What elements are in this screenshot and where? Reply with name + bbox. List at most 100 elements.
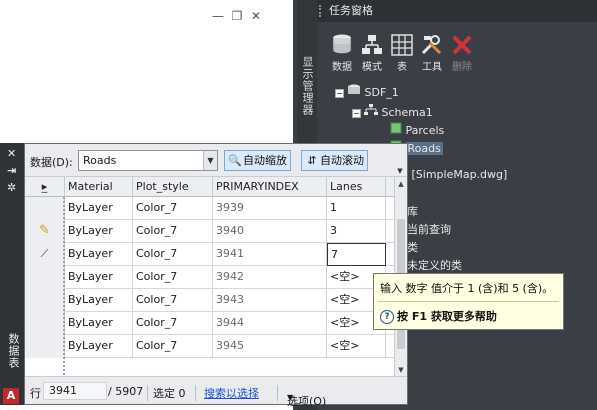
class-item[interactable]: 类 [407, 239, 418, 255]
library-item[interactable]: 库 [407, 203, 418, 219]
map-item[interactable]: 影 [SimpleMap.dwg] [397, 166, 507, 182]
tree-node-parcels[interactable]: Parcels [390, 122, 444, 138]
auto-zoom-button[interactable]: 🔍自动缩放 [224, 150, 291, 171]
table-row[interactable]: ByLayer Color_7 3942 <空> [25, 266, 394, 289]
tree-node-sdf[interactable]: − SDF_1 [335, 84, 399, 100]
table-cell[interactable]: ByLayer [65, 289, 133, 312]
table-cell[interactable]: 3943 [213, 289, 327, 312]
edit-pencil-icon[interactable]: ✎ [25, 220, 65, 243]
tree-label-sdf: SDF_1 [364, 86, 399, 99]
chevron-down-icon[interactable]: ▼ [203, 151, 217, 170]
table-cell[interactable]: 3941 [213, 243, 327, 266]
current-query-item[interactable]: 当前查询 [407, 221, 451, 237]
scroll-down-icon[interactable]: ▼ [395, 366, 407, 374]
table-cell[interactable]: 3945 [213, 335, 327, 358]
server-icon [347, 84, 361, 99]
column-header[interactable]: PRIMARYINDEX [213, 177, 327, 197]
minimize-icon[interactable]: — [211, 9, 225, 23]
undefined-class-item[interactable]: 未定义的类 [407, 257, 462, 273]
scroll-up-icon[interactable]: ▲ [395, 180, 407, 188]
auto-scroll-button[interactable]: ⇵ 自动滚动 [301, 150, 368, 171]
feature-class-icon [390, 122, 402, 137]
data-table-window: 数据(D): Roads ▼ 🔍自动缩放 ⇵ 自动滚动 ▼ ▸̲ Material… [24, 143, 408, 408]
table-button[interactable]: 表 [389, 32, 415, 73]
restore-icon[interactable]: ❐ [230, 9, 244, 23]
task-pane-title: 任务窗格 [329, 4, 373, 17]
data-button-label: 数据 [332, 62, 352, 73]
column-header[interactable]: Material [65, 177, 133, 197]
row-number-input[interactable]: 3941 [43, 382, 107, 400]
table-row[interactable]: ByLayer Color_7 3944 <空> [25, 312, 394, 335]
data-source-select[interactable]: Roads ▼ [78, 150, 218, 171]
close-icon[interactable]: ✕ [7, 147, 16, 160]
schema-button-label: 模式 [362, 62, 382, 73]
table-cell[interactable]: Color_7 [133, 220, 213, 243]
table-cell[interactable]: Color_7 [133, 335, 213, 358]
table-cell[interactable]: 1 [327, 197, 386, 220]
schema-button[interactable]: 模式 [359, 32, 385, 73]
data-button[interactable]: 数据 [329, 32, 355, 73]
row-marker[interactable] [25, 335, 65, 358]
table-row[interactable]: ByLayer Color_7 3945 <空> [25, 335, 394, 358]
search-to-select-link[interactable]: 搜索以选择 [204, 385, 259, 401]
active-cell[interactable]: 7 [327, 243, 386, 266]
column-header[interactable]: Lanes [327, 177, 386, 197]
table-icon [389, 32, 415, 58]
table-cell[interactable]: 3942 [213, 266, 327, 289]
collapse-icon[interactable]: − [352, 108, 361, 118]
table-cell[interactable]: Color_7 [133, 197, 213, 220]
table-cell[interactable]: Color_7 [133, 266, 213, 289]
delete-button[interactable]: 删除 [449, 32, 475, 73]
chevron-down-icon[interactable]: ▼ [395, 167, 405, 176]
grid-header: ▸̲ Material Plot_style PRIMARYINDEX Lane… [25, 177, 394, 197]
table-row[interactable]: ⟋ ByLayer Color_7 3941 7 [25, 243, 394, 266]
tools-button[interactable]: 工具 [419, 32, 445, 73]
column-header[interactable]: Plot_style [133, 177, 213, 197]
row-header-corner[interactable]: ▸̲ [25, 177, 65, 197]
table-cell[interactable]: ByLayer [65, 197, 133, 220]
schema-node-icon [364, 104, 378, 119]
task-pane-title-bar[interactable]: 任务窗格 [317, 0, 597, 22]
row-marker[interactable] [25, 289, 65, 312]
current-row-icon[interactable]: ⟋ [25, 243, 65, 266]
data-label: 数据(D): [30, 156, 73, 169]
task-pane-toolbar: 数据 模式 表 工具 删除 [329, 32, 475, 73]
table-cell[interactable]: 3939 [213, 197, 327, 220]
table-cell[interactable]: ByLayer [65, 220, 133, 243]
table-cell[interactable]: 3940 [213, 220, 327, 243]
delete-button-label: 删除 [452, 62, 472, 73]
table-cell[interactable]: 3944 [213, 312, 327, 335]
schema-icon [359, 32, 385, 58]
grip-icon[interactable] [319, 5, 323, 17]
auto-hide-icon[interactable]: ⇥ [7, 164, 16, 177]
status-bar: 行 3941 / 5907 选定 0 搜索以选择 选项(O) ▼ [25, 376, 407, 408]
auto-zoom-label: 自动缩放 [243, 154, 287, 167]
tools-button-label: 工具 [422, 62, 442, 73]
row-marker[interactable] [25, 266, 65, 289]
table-cell[interactable]: ByLayer [65, 335, 133, 358]
table-row[interactable]: ✎ ByLayer Color_7 3940 3 [25, 220, 394, 243]
table-cell[interactable]: 3 [327, 220, 386, 243]
table-cell[interactable]: ByLayer [65, 266, 133, 289]
row-marker[interactable] [25, 197, 65, 220]
collapse-icon[interactable]: − [335, 88, 344, 98]
autocad-logo: A [3, 388, 19, 404]
close-icon[interactable]: ✕ [249, 9, 263, 23]
tooltip-help: ? 按 F1 获取更多帮助 [380, 308, 497, 324]
data-table-dock-bar: ✕ ⇥ ✲ 数据表 [0, 143, 24, 405]
properties-icon[interactable]: ✲ [7, 181, 16, 194]
table-cell[interactable]: Color_7 [133, 312, 213, 335]
row-marker[interactable] [25, 312, 65, 335]
table-row[interactable]: ByLayer Color_7 3943 <空> [25, 289, 394, 312]
table-cell[interactable]: ByLayer [65, 243, 133, 266]
table-row[interactable]: ByLayer Color_7 3939 1 [25, 197, 394, 220]
input-tooltip: 输入 数字 值介于 1 (含)和 5 (含)。 ? 按 F1 获取更多帮助 [373, 273, 564, 330]
table-cell[interactable]: ByLayer [65, 312, 133, 335]
data-source-value: Roads [83, 154, 117, 167]
tree-node-schema[interactable]: − Schema1 [352, 104, 433, 120]
table-cell[interactable]: <空> [327, 335, 386, 358]
table-cell[interactable]: Color_7 [133, 289, 213, 312]
table-cell[interactable]: Color_7 [133, 243, 213, 266]
database-icon [329, 32, 355, 58]
divider [195, 385, 196, 401]
